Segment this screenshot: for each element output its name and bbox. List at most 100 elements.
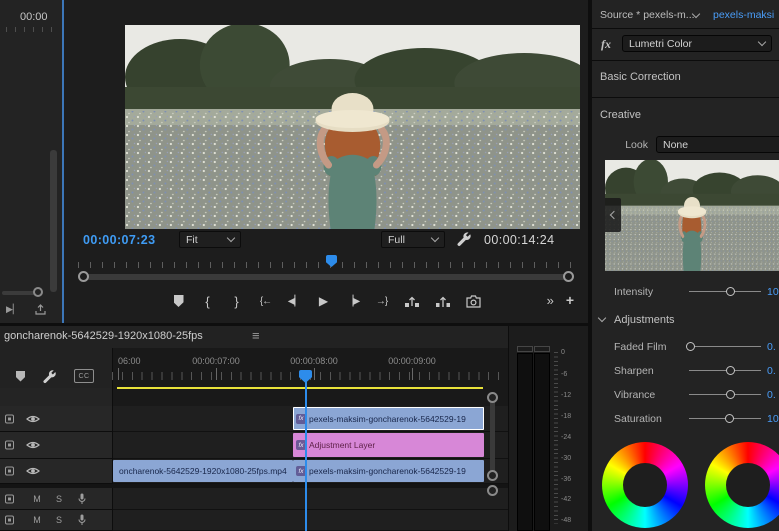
slider-track[interactable] — [689, 346, 761, 347]
meter-peak-indicator — [534, 346, 550, 352]
zoom-handle-right-icon[interactable] — [563, 271, 574, 282]
add-marker-button[interactable] — [172, 292, 186, 310]
clip-v1-left[interactable]: oncharenok-5642529-1920x1080-25fps.mp4 — [113, 460, 293, 482]
source-clip-selector[interactable]: Source * pexels-m... — [600, 9, 695, 21]
voiceover-record-icon[interactable] — [78, 493, 86, 505]
meter-scale-label: -48 — [561, 517, 571, 524]
play-in-to-out-button[interactable]: ▶▏ — [6, 304, 20, 316]
timeline-settings-button[interactable] — [42, 369, 57, 384]
track-lock-icon[interactable] — [5, 414, 14, 423]
sequence-tab[interactable]: goncharenok-5642529-1920x1080-25fps — [4, 330, 203, 342]
step-back-button[interactable]: ◀▏ — [288, 292, 302, 310]
clip-v3[interactable]: fx pexels-maksim-goncharenok-5642529-19 — [293, 407, 484, 430]
mark-in-button[interactable]: { — [201, 292, 215, 310]
scrollbar-handle-icon[interactable] — [487, 392, 498, 403]
scrollbar-handle-icon[interactable] — [33, 287, 43, 297]
slider-value[interactable]: 10 — [767, 286, 779, 298]
chevron-down-icon[interactable] — [598, 314, 606, 322]
highlight-tint-color-wheel[interactable] — [705, 442, 779, 528]
monitor-settings-button[interactable] — [456, 231, 474, 249]
voiceover-record-icon[interactable] — [78, 514, 86, 526]
slider-value[interactable]: 10 — [767, 413, 779, 425]
chevron-down-icon — [758, 38, 766, 46]
slider-label: Saturation — [614, 413, 662, 425]
extract-button[interactable] — [435, 292, 451, 310]
button-overflow-chevrons[interactable]: » — [547, 293, 554, 308]
slider-row-faded-film: Faded Film 0. — [592, 340, 779, 354]
clip-v1-right[interactable]: fx pexels-maksim-goncharenok-5642529-19 — [293, 460, 484, 482]
lift-button[interactable] — [404, 292, 420, 310]
active-clip-name[interactable]: pexels-maksi — [713, 9, 774, 21]
slider-knob[interactable] — [726, 366, 735, 375]
ruler-ticks — [78, 262, 574, 268]
audio-meter-right — [534, 353, 550, 531]
slider-track[interactable] — [689, 370, 761, 371]
track-lock-icon[interactable] — [5, 467, 14, 476]
slider-row-saturation: Saturation 10 — [592, 412, 779, 426]
mute-button[interactable]: M — [32, 494, 42, 504]
button-editor-add-button[interactable]: + — [566, 292, 574, 308]
monitor-zoom-scrollbar[interactable] — [78, 271, 574, 283]
playback-resolution-select[interactable]: Full — [381, 231, 445, 248]
solo-button[interactable]: S — [54, 494, 64, 504]
section-creative[interactable]: Creative — [600, 109, 641, 121]
slider-knob[interactable] — [686, 342, 695, 351]
slider-track[interactable] — [689, 394, 761, 395]
solo-button[interactable]: S — [54, 515, 64, 525]
ruler-label: 00:00:09:00 — [388, 356, 436, 366]
slider-value[interactable]: 0. — [767, 389, 776, 401]
current-timecode[interactable]: 00:00:07:23 — [83, 233, 156, 247]
left-panel-horizontal-scrollbar[interactable] — [2, 291, 36, 295]
slider-label: Intensity — [614, 286, 653, 298]
mute-button[interactable]: M — [32, 515, 42, 525]
meter-scale-label: -24 — [561, 434, 571, 441]
zoom-handle-left-icon[interactable] — [78, 271, 89, 282]
scrollbar-handle-icon[interactable] — [487, 485, 498, 496]
export-frame-icon[interactable] — [34, 304, 47, 316]
step-forward-button[interactable]: ▕▶ — [346, 292, 360, 310]
panel-menu-icon[interactable]: ≡ — [252, 328, 260, 343]
slider-knob[interactable] — [726, 390, 735, 399]
track-v1[interactable]: oncharenok-5642529-1920x1080-25fps.mp4 f… — [113, 459, 508, 484]
slider-value[interactable]: 0. — [767, 341, 776, 353]
track-header-v3 — [0, 406, 112, 432]
track-a1[interactable] — [113, 488, 508, 510]
slider-track[interactable] — [689, 291, 761, 292]
zoom-level-select[interactable]: Fit — [179, 231, 241, 248]
track-lock-icon[interactable] — [5, 494, 14, 503]
play-button[interactable]: ▶ — [317, 292, 331, 310]
shadow-tint-color-wheel[interactable] — [602, 442, 688, 528]
go-to-out-button[interactable]: →} — [375, 292, 389, 310]
track-v2[interactable]: fx Adjustment Layer — [113, 432, 508, 459]
section-adjustments[interactable]: Adjustments — [614, 314, 675, 326]
effect-select[interactable]: Lumetri Color — [622, 35, 772, 52]
go-to-in-button[interactable]: {← — [259, 292, 273, 310]
previous-look-button[interactable] — [605, 198, 621, 232]
mark-out-button[interactable]: } — [230, 292, 244, 310]
slider-value[interactable]: 0. — [767, 365, 776, 377]
slider-track[interactable] — [689, 418, 761, 419]
slider-knob[interactable] — [725, 414, 734, 423]
timeline-ruler[interactable]: 06:00 00:00:07:00 00:00:08:00 00:00:09:0… — [112, 350, 508, 386]
toggle-track-output-icon[interactable] — [26, 466, 40, 476]
export-frame-button[interactable] — [466, 292, 481, 310]
timeline-vertical-scrollbar[interactable] — [490, 396, 495, 476]
zoom-scrollbar-track[interactable] — [82, 274, 570, 280]
toggle-track-output-icon[interactable] — [26, 414, 40, 424]
scrollbar-handle-icon[interactable] — [487, 470, 498, 481]
track-a2[interactable] — [113, 510, 508, 531]
track-lock-icon[interactable] — [5, 441, 14, 450]
clip-adjustment-layer[interactable]: fx Adjustment Layer — [293, 433, 484, 457]
track-v3[interactable]: fx pexels-maksim-goncharenok-5642529-19 — [113, 406, 508, 432]
left-panel-vertical-scrollbar[interactable] — [50, 150, 57, 292]
add-marker-button[interactable] — [16, 371, 25, 382]
toggle-track-output-icon[interactable] — [26, 440, 40, 450]
captions-button[interactable]: CC — [74, 369, 94, 383]
playhead[interactable] — [305, 370, 307, 531]
section-basic-correction[interactable]: Basic Correction — [600, 71, 681, 83]
look-select[interactable]: None — [656, 136, 779, 153]
slider-label: Vibrance — [614, 389, 655, 401]
track-lock-icon[interactable] — [5, 516, 14, 525]
monitor-timeline-ruler[interactable] — [78, 254, 574, 268]
slider-knob[interactable] — [726, 287, 735, 296]
